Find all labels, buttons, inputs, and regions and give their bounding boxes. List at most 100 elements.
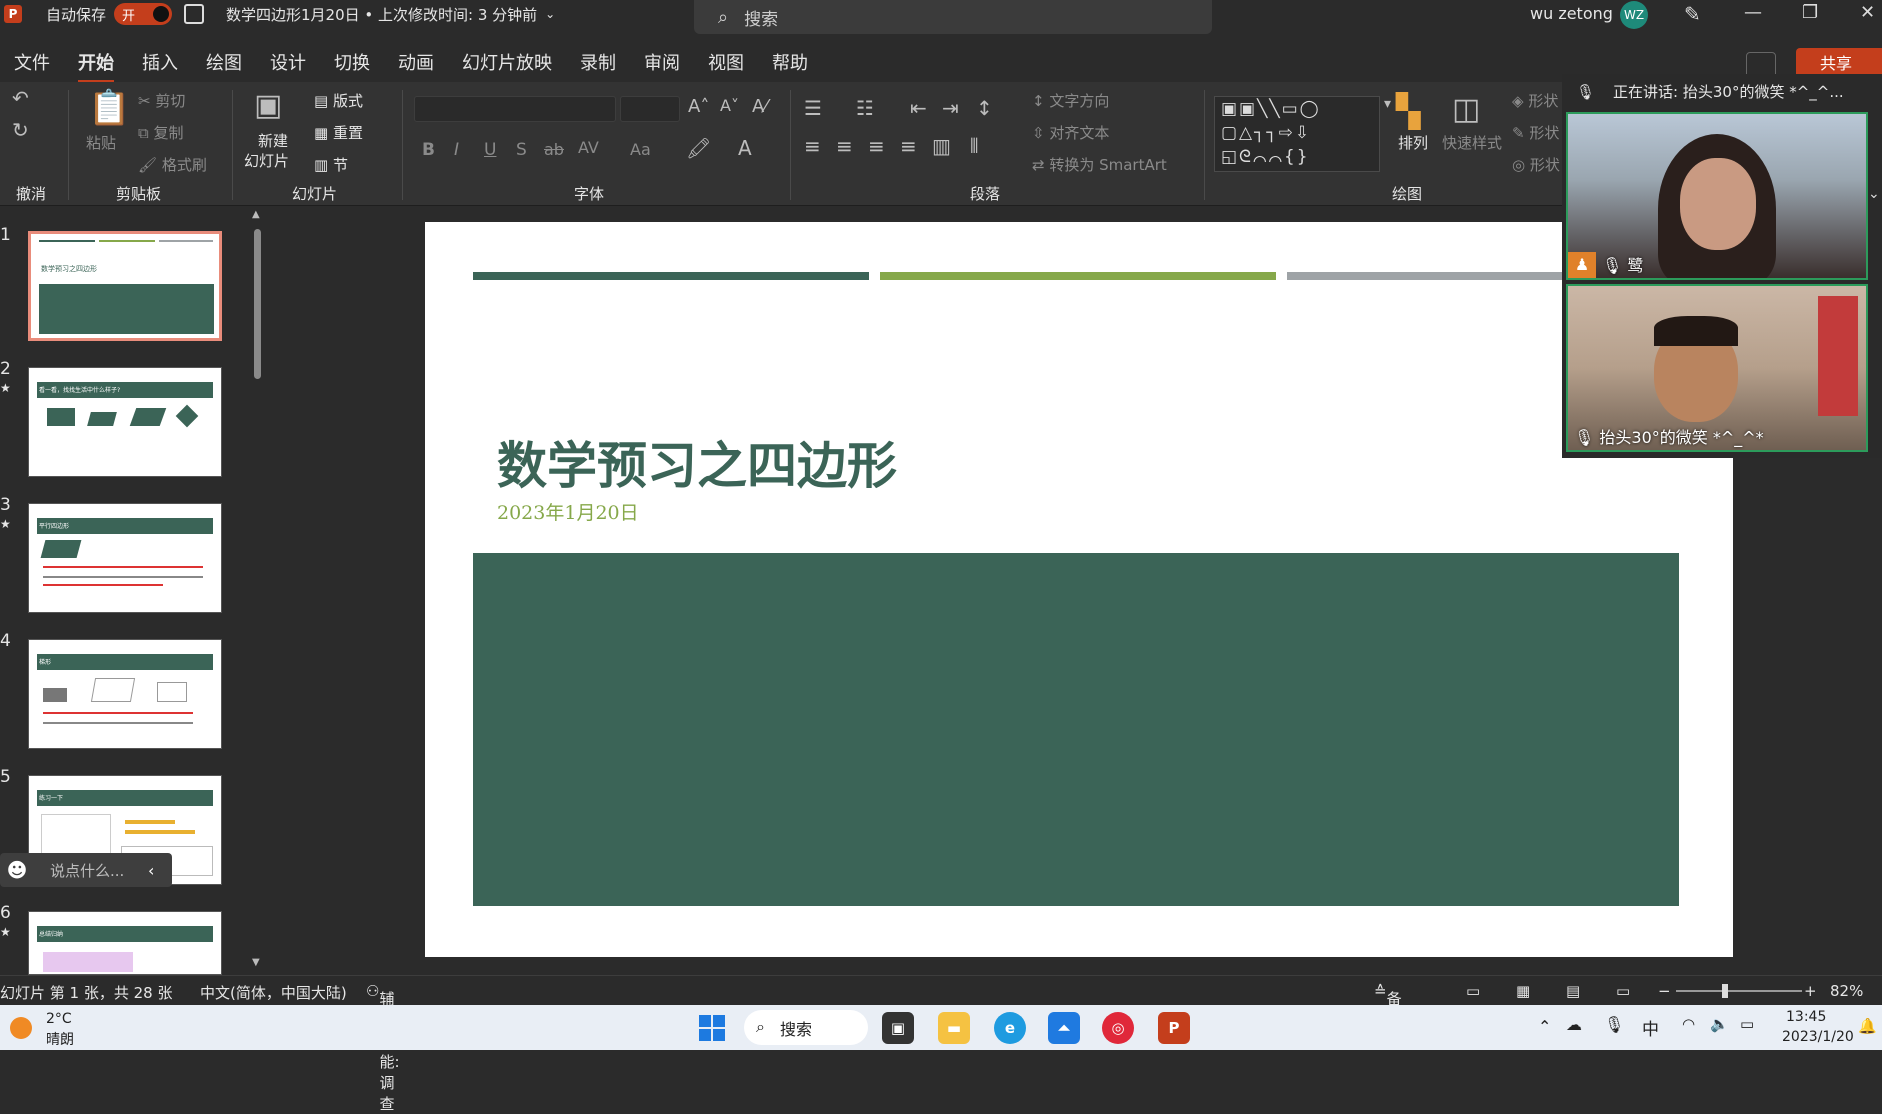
tab-help[interactable]: 帮助 [758, 49, 822, 75]
onedrive-icon[interactable]: ☁ [1566, 1015, 1582, 1034]
bullets-icon[interactable]: ☰ [804, 96, 822, 120]
slide-count[interactable]: 幻灯片 第 1 张，共 28 张 [0, 982, 172, 1003]
weather-icon[interactable] [10, 1017, 32, 1039]
video-tile-2[interactable]: 🎙 抬头30°的微笑 *^_^* [1566, 284, 1868, 452]
zoom-level[interactable]: 82% [1830, 982, 1863, 1000]
chevron-up-icon[interactable]: ⌃ [1538, 1017, 1551, 1036]
align-left-icon[interactable]: ≡ [804, 134, 821, 158]
numbering-icon[interactable]: ☷ [856, 96, 874, 120]
gallery-scroll-icon[interactable]: ▾ [1384, 96, 1391, 112]
edge-browser-icon[interactable]: e [994, 1012, 1026, 1044]
justify-icon[interactable]: ≡ [900, 134, 917, 158]
slide-title[interactable]: 数学预习之四边形 [497, 426, 897, 498]
slide-thumbnail[interactable]: 总结归纳 [28, 911, 222, 975]
increase-indent-icon[interactable]: ⇥ [942, 96, 959, 120]
restore-icon[interactable]: ❐ [1802, 2, 1818, 23]
task-view-icon[interactable]: ▣ [882, 1012, 914, 1044]
char-spacing-button[interactable]: AV [578, 138, 599, 157]
align-text-button[interactable]: ⇳ 对齐文本 [1032, 122, 1109, 143]
shape-outline-button[interactable]: ✎ 形状 [1512, 122, 1559, 143]
new-slide-label2[interactable]: 幻灯片 [244, 150, 289, 171]
wifi-icon[interactable]: ◠ [1682, 1015, 1695, 1033]
slideshow-view-icon[interactable]: ▭ [1616, 982, 1630, 1000]
bold-button[interactable]: B [422, 140, 435, 160]
clock-date[interactable]: 2023/1/20 [1782, 1029, 1854, 1045]
notification-icon[interactable]: 🔔 [1858, 1017, 1877, 1035]
pen-icon[interactable]: ✎ [1684, 2, 1701, 26]
sorter-view-icon[interactable]: ▦ [1516, 982, 1530, 1000]
video-tile-1[interactable]: ♟ 🎙 鹭 [1566, 112, 1868, 280]
grow-font-icon[interactable]: A˄ [688, 96, 709, 117]
zoom-out-icon[interactable]: − [1658, 982, 1671, 1000]
tab-record[interactable]: 录制 [566, 49, 630, 75]
slide-content-block[interactable] [473, 553, 1679, 906]
accessibility-indicator[interactable]: ⚇ 辅助功能: 调查 [366, 982, 400, 1113]
chat-input-bar[interactable]: ☻ 说点什么... ‹ [0, 853, 172, 887]
weather-temp[interactable]: 2°C [46, 1011, 72, 1027]
highlight-icon[interactable]: 🖍 [686, 136, 711, 160]
chat-placeholder[interactable]: 说点什么... [34, 860, 148, 881]
italic-button[interactable]: I [454, 140, 459, 160]
new-slide-label[interactable]: 新建 [258, 130, 288, 151]
current-slide[interactable]: 数学预习之四边形 2023年1月20日 [425, 222, 1733, 957]
document-title[interactable]: 数学四边形1月20日 • 上次修改时间: 3 分钟前 [226, 4, 537, 25]
shapes-gallery[interactable]: ▣▣╲╲▭◯ ▢△┐┐⇨⇩ ◱ᘓ⌒⌒{} [1214, 96, 1380, 172]
tab-insert[interactable]: 插入 [128, 49, 192, 75]
underline-button[interactable]: U [484, 140, 496, 160]
battery-icon[interactable]: ▭ [1740, 1015, 1754, 1033]
align-center-icon[interactable]: ≡ [836, 134, 853, 158]
arrange-button[interactable]: 排列 [1398, 132, 1428, 153]
start-icon[interactable] [696, 1012, 728, 1044]
shape-fill-button[interactable]: ◈ 形状 [1512, 90, 1558, 111]
columns-icon[interactable]: ⫴ [970, 134, 978, 158]
paste-label[interactable]: 粘贴 [86, 132, 116, 153]
redo-icon[interactable]: ↻ [12, 118, 29, 142]
slide-thumbnail[interactable]: 看一看，找找生活中什么样子? [28, 367, 222, 477]
tab-transitions[interactable]: 切换 [320, 49, 384, 75]
microphone-icon[interactable]: 🎙 [1604, 1015, 1624, 1034]
language-indicator[interactable]: 中文(简体，中国大陆) [200, 982, 347, 1003]
font-family-select[interactable] [414, 96, 616, 122]
chevron-left-icon[interactable]: ‹ [148, 861, 172, 880]
reset-button[interactable]: ▦ 重置 [314, 122, 363, 143]
shape-effects-button[interactable]: ◎ 形状 [1512, 154, 1560, 175]
quick-styles-button[interactable]: 快速样式 [1442, 132, 1502, 153]
ime-indicator[interactable]: 中 [1642, 1015, 1659, 1040]
copy-button[interactable]: ⧉ 复制 [138, 122, 184, 143]
autosave-toggle[interactable]: 开 [114, 3, 173, 25]
font-size-select[interactable] [620, 96, 680, 122]
avatar[interactable]: WZ [1620, 1, 1648, 29]
font-color-icon[interactable]: A [738, 136, 752, 160]
slide-thumbnail[interactable]: 梯形 [28, 639, 222, 749]
shrink-font-icon[interactable]: A˅ [720, 96, 739, 115]
emoji-icon[interactable]: ☻ [0, 858, 34, 882]
clock-time[interactable]: 13:45 [1786, 1009, 1826, 1025]
undo-icon[interactable]: ↶ [12, 86, 29, 110]
distribute-icon[interactable]: ▥ [932, 134, 951, 158]
new-slide-icon[interactable]: ▣ [254, 88, 282, 123]
notes-button[interactable]: ≙备注 [1374, 982, 1402, 1029]
tab-slideshow[interactable]: 幻灯片放映 [448, 49, 566, 75]
decrease-indent-icon[interactable]: ⇤ [910, 96, 927, 120]
save-icon[interactable] [184, 4, 205, 24]
reading-view-icon[interactable]: ▤ [1566, 982, 1580, 1000]
shadow-button[interactable]: S [516, 140, 527, 160]
format-painter-button[interactable]: 🖌 格式刷 [138, 154, 207, 175]
tab-draw[interactable]: 绘图 [192, 49, 256, 75]
clear-format-icon[interactable]: A⁄ [752, 96, 767, 117]
music-app-icon[interactable]: ◎ [1102, 1012, 1134, 1044]
zoom-in-icon[interactable]: + [1804, 982, 1817, 1000]
normal-view-icon[interactable]: ▭ [1466, 982, 1480, 1000]
file-explorer-icon[interactable]: ▬ [938, 1012, 970, 1044]
volume-icon[interactable]: 🔈 [1710, 1015, 1729, 1033]
tab-view[interactable]: 视图 [694, 49, 758, 75]
tab-design[interactable]: 设计 [256, 49, 320, 75]
tab-animations[interactable]: 动画 [384, 49, 448, 75]
zoom-slider-thumb[interactable] [1722, 984, 1728, 998]
slide-subtitle-date[interactable]: 2023年1月20日 [497, 498, 639, 525]
align-right-icon[interactable]: ≡ [868, 134, 885, 158]
taskbar-search[interactable]: ⌕ 搜索 [744, 1010, 868, 1045]
slide-thumbnail[interactable]: 平行四边形 [28, 503, 222, 613]
cut-button[interactable]: ✂ 剪切 [138, 90, 185, 111]
text-direction-button[interactable]: ↕ 文字方向 [1032, 90, 1109, 111]
